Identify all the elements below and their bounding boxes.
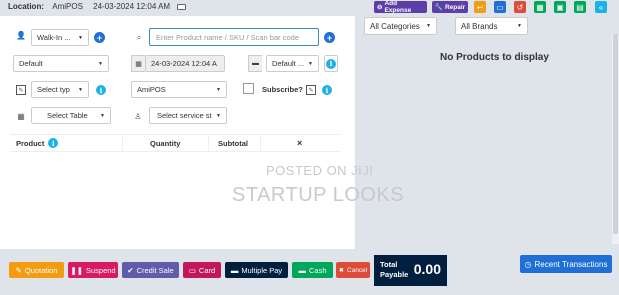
location-select[interactable]: AmiPOS ▼ [131, 81, 227, 98]
table-select[interactable]: Select Table ▼ [31, 107, 111, 124]
col-quantity: Quantity [150, 138, 181, 148]
caret-down-icon: ▼ [98, 60, 103, 67]
brand-select[interactable]: All Brands ▼ [455, 17, 528, 35]
watermark-line1: POSTED ON JIJI [266, 163, 374, 178]
datetime: 24-03-2024 12:04 AM [93, 2, 171, 11]
quotation-button[interactable]: ✎ Quotation [9, 262, 64, 278]
customer-row: 👤 [16, 30, 26, 40]
add-product-icon[interactable]: + [324, 32, 335, 43]
caret-down-icon: ▼ [517, 23, 522, 29]
card-button[interactable]: ▭ Card [183, 262, 221, 278]
scrollbar-thumb[interactable] [613, 34, 618, 234]
close-icon: ✖ [338, 267, 344, 274]
add-expense-button[interactable]: ⊖ Add Expense [374, 0, 427, 14]
recent-transactions-button[interactable]: ◷ Recent Transactions [520, 255, 612, 273]
caret-down-icon: ▼ [216, 86, 221, 93]
info-icon[interactable]: i [48, 138, 59, 148]
watermark-line2: STARTUP LOOKS [232, 184, 405, 206]
briefcase-icon[interactable]: ▣ [554, 1, 566, 13]
total-payable-value: 0.00 [413, 261, 441, 277]
location-label: Location: [8, 2, 44, 11]
clock-icon: ◷ [524, 259, 532, 269]
info-icon: i [326, 58, 336, 69]
location-info: Location: AmiPOS 24-03-2024 12:04 AM [8, 2, 187, 11]
cart-table-header: Product i Quantity Subtotal × [10, 134, 341, 152]
wrench-icon: 🔧 [434, 4, 443, 11]
total-payable-box: Total Payable 0.00 [374, 255, 447, 286]
top-bar: Location: AmiPOS 24-03-2024 12:04 AM ⊖ Ad… [0, 0, 619, 15]
repair-button[interactable]: 🔧 Repair [432, 1, 468, 13]
col-product: Product i [16, 138, 59, 148]
price-group-select[interactable]: Default ▼ [13, 55, 109, 72]
credit-sale-button[interactable]: ✔ Credit Sale [122, 262, 179, 278]
back-icon[interactable]: ↩ [474, 1, 486, 13]
account-info-box[interactable]: i [324, 55, 338, 72]
caret-down-icon: ▼ [78, 34, 83, 41]
edit-icon[interactable]: ✎ [306, 85, 316, 95]
caret-down-icon: ▼ [426, 23, 431, 29]
add-customer-icon[interactable]: + [94, 32, 105, 43]
cash-button[interactable]: ▬ Cash [292, 262, 333, 278]
total-payable-label: Total Payable [380, 260, 409, 279]
refresh-icon[interactable]: ↺ [514, 1, 526, 13]
account-select[interactable]: Default ... ▼ [266, 55, 319, 72]
empty-products-message: No Products to display [440, 52, 549, 63]
service-staff-icon: ♙ [134, 111, 142, 121]
subscribe-info-icon[interactable]: i [322, 85, 332, 95]
caret-down-icon: ▼ [308, 60, 313, 67]
subscribe-label: Subscribe? [262, 85, 303, 94]
multiple-pay-button[interactable]: ▬ Multiple Pay [225, 262, 288, 278]
category-select[interactable]: All Categories ▼ [364, 17, 437, 35]
product-search-input[interactable]: Enter Product name / SKU / Scan bar code [149, 28, 319, 46]
money-icon: ▬ [248, 55, 262, 72]
cancel-button[interactable]: ✖ Cancel [336, 262, 370, 278]
edit-icon: ✎ [15, 265, 22, 275]
search-icon: ⌕ [136, 33, 142, 42]
table-icon: ▦ [17, 111, 25, 121]
calendar-icon: ▦ [131, 55, 145, 72]
check-icon: ✔ [127, 265, 134, 275]
pause-icon: ❚❚ [70, 265, 83, 275]
calculator-icon[interactable]: ▦ [534, 1, 546, 13]
user-icon: 👤 [16, 30, 26, 40]
pos-form-panel: 👤 Walk-In ... ▼ + ⌕ Enter Product name / … [0, 16, 355, 249]
window-icon[interactable]: ▭ [494, 1, 506, 13]
customer-select[interactable]: Walk-In ... ▼ [31, 29, 89, 46]
transaction-date-field[interactable]: 24-03-2024 12:04 A [145, 55, 225, 72]
types-info-icon[interactable]: i [96, 85, 106, 95]
rewind-icon[interactable]: « [595, 1, 607, 13]
credit-card-icon: ▭ [188, 265, 196, 275]
edit-icon: ✎ [16, 85, 26, 95]
products-scrollbar[interactable] [612, 34, 619, 244]
col-subtotal: Subtotal [218, 138, 248, 148]
cash-register-icon[interactable]: ▤ [574, 1, 586, 13]
subscribe-checkbox[interactable] [243, 83, 254, 94]
keyboard-icon[interactable] [177, 3, 187, 10]
minus-circle-icon: ⊖ [377, 4, 383, 11]
service-staff-select[interactable]: Select service st ▼ [149, 107, 227, 124]
caret-down-icon: ▼ [78, 86, 83, 93]
types-of-service-select[interactable]: Select typ ▼ [31, 81, 89, 98]
caret-down-icon: ▼ [100, 112, 105, 119]
suspend-button[interactable]: ❚❚ Suspend [68, 262, 118, 278]
location-value: AmiPOS [52, 2, 83, 11]
money-icon: ▬ [230, 265, 239, 275]
money-icon: ▬ [298, 265, 306, 275]
col-remove-icon: × [297, 138, 303, 148]
caret-down-icon: ▼ [216, 112, 221, 119]
